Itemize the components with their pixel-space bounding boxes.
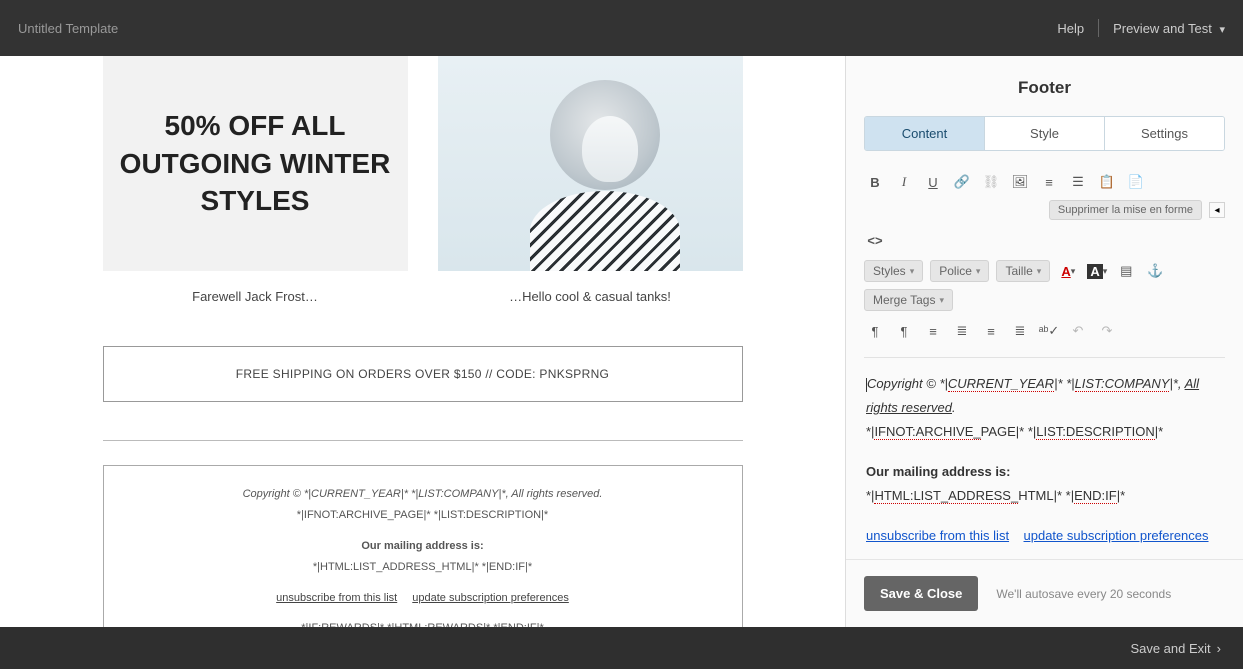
- tab-content[interactable]: Content: [865, 117, 984, 150]
- code-view-icon[interactable]: <>: [864, 229, 886, 251]
- rich-text-editor[interactable]: Copyright © *|CURRENT_YEAR|* *|LIST:COMP…: [864, 357, 1225, 559]
- text-color-icon[interactable]: A▾: [1057, 260, 1079, 282]
- styles-dropdown[interactable]: Styles▾: [864, 260, 923, 282]
- footer-links: unsubscribe from this list update subscr…: [134, 588, 712, 609]
- unlink-icon[interactable]: ⛓: [980, 171, 1002, 193]
- shipping-text: FREE SHIPPING ON ORDERS OVER $150 // COD…: [236, 367, 609, 381]
- unordered-list-icon[interactable]: ☰: [1067, 171, 1089, 193]
- redo-icon[interactable]: ↷: [1096, 320, 1118, 342]
- captions-row: Farewell Jack Frost… …Hello cool & casua…: [103, 289, 743, 304]
- divider: [103, 440, 743, 441]
- editor-update-prefs-link[interactable]: update subscription preferences: [1024, 528, 1209, 543]
- model-image: [490, 56, 690, 271]
- tab-style[interactable]: Style: [984, 117, 1104, 150]
- autosave-note: We'll autosave every 20 seconds: [996, 587, 1171, 601]
- pilcrow-right-icon[interactable]: ¶: [893, 320, 915, 342]
- panel-tabs: Content Style Settings: [864, 116, 1225, 151]
- email-canvas-wrap: 50% OFF ALL OUTGOING WINTER STYLES Farew…: [0, 56, 845, 627]
- copy-icon[interactable]: 📋: [1096, 171, 1118, 193]
- promo-text: 50% OFF ALL OUTGOING WINTER STYLES: [103, 107, 408, 220]
- underline-icon[interactable]: U: [922, 171, 944, 193]
- bg-color-icon[interactable]: A▾: [1086, 260, 1108, 282]
- preview-and-test-label: Preview and Test: [1113, 21, 1212, 36]
- align-justify-icon[interactable]: ≣: [1009, 320, 1031, 342]
- pilcrow-left-icon[interactable]: ¶: [864, 320, 886, 342]
- template-title: Untitled Template: [18, 21, 118, 36]
- shipping-block[interactable]: FREE SHIPPING ON ORDERS OVER $150 // COD…: [103, 346, 743, 402]
- chevron-down-icon: ▾: [1219, 24, 1225, 36]
- align-center-icon[interactable]: ≣: [951, 320, 973, 342]
- clear-formatting-button[interactable]: Supprimer la mise en forme: [1049, 200, 1202, 220]
- font-dropdown[interactable]: Police▾: [930, 260, 989, 282]
- align-right-icon[interactable]: ≡: [980, 320, 1002, 342]
- caption-right[interactable]: …Hello cool & casual tanks!: [438, 289, 743, 304]
- footer-copyright: Copyright © *|CURRENT_YEAR|* *|LIST:COMP…: [243, 488, 603, 500]
- image-icon[interactable]: 🖼: [1009, 171, 1031, 193]
- editor-toolbar: B I U 🔗 ⛓ 🖼 ≡ ☰ 📋 📄 Supprimer la mise en…: [864, 171, 1225, 351]
- update-preferences-link[interactable]: update subscription preferences: [412, 592, 569, 604]
- align-left-icon[interactable]: ≡: [922, 320, 944, 342]
- footer-archive-line: *|IFNOT:ARCHIVE_PAGE|* *|LIST:DESCRIPTIO…: [134, 505, 712, 526]
- vertical-separator: [1098, 19, 1099, 37]
- size-dropdown[interactable]: Taille▾: [996, 260, 1050, 282]
- editor-sidebar: Footer Content Style Settings B I U 🔗 ⛓ …: [845, 56, 1243, 627]
- panel-title: Footer: [846, 56, 1243, 116]
- footer-mailing-heading: Our mailing address is:: [134, 536, 712, 557]
- email-canvas: 50% OFF ALL OUTGOING WINTER STYLES Farew…: [43, 56, 803, 627]
- paste-icon[interactable]: 📄: [1125, 171, 1147, 193]
- editor-line-links: unsubscribe from this list update subscr…: [866, 524, 1223, 548]
- italic-icon[interactable]: I: [893, 171, 915, 193]
- bottom-bar: Save and Exit ›: [0, 627, 1243, 669]
- caption-left[interactable]: Farewell Jack Frost…: [103, 289, 408, 304]
- toggle-button[interactable]: ◂: [1209, 202, 1225, 218]
- main-area: 50% OFF ALL OUTGOING WINTER STYLES Farew…: [0, 56, 1243, 627]
- email-canvas-scroll[interactable]: 50% OFF ALL OUTGOING WINTER STYLES Farew…: [0, 56, 845, 627]
- editor-line-copyright: Copyright © *|CURRENT_YEAR|* *|LIST:COMP…: [866, 372, 1223, 444]
- top-bar-right: Help Preview and Test ▾: [1057, 19, 1225, 37]
- editor-line-mailing: Our mailing address is: *|HTML:LIST_ADDR…: [866, 460, 1223, 508]
- block-icon[interactable]: ▤: [1115, 260, 1137, 282]
- footer-rewards-line: *|IF:REWARDS|* *|HTML:REWARDS|* *|END:IF…: [134, 618, 712, 627]
- help-link[interactable]: Help: [1057, 21, 1084, 36]
- merge-tags-dropdown[interactable]: Merge Tags▾: [864, 289, 953, 311]
- link-icon[interactable]: 🔗: [951, 171, 973, 193]
- anchor-icon[interactable]: ⚓: [1144, 260, 1166, 282]
- save-and-close-button[interactable]: Save & Close: [864, 576, 978, 611]
- preview-and-test-menu[interactable]: Preview and Test ▾: [1113, 21, 1225, 36]
- chevron-right-icon: ›: [1217, 641, 1221, 656]
- top-bar: Untitled Template Help Preview and Test …: [0, 0, 1243, 56]
- save-and-exit-label: Save and Exit: [1130, 641, 1210, 656]
- promo-row: 50% OFF ALL OUTGOING WINTER STYLES: [103, 56, 743, 271]
- footer-mailing-address: *|HTML:LIST_ADDRESS_HTML|* *|END:IF|*: [134, 557, 712, 578]
- bold-icon[interactable]: B: [864, 171, 886, 193]
- spellcheck-icon[interactable]: ᵃᵇ✓: [1038, 320, 1060, 342]
- undo-icon[interactable]: ↶: [1067, 320, 1089, 342]
- ordered-list-icon[interactable]: ≡: [1038, 171, 1060, 193]
- footer-block[interactable]: Copyright © *|CURRENT_YEAR|* *|LIST:COMP…: [103, 465, 743, 627]
- editor-unsubscribe-link[interactable]: unsubscribe from this list: [866, 528, 1009, 543]
- save-and-exit-button[interactable]: Save and Exit ›: [1130, 641, 1221, 656]
- promo-image-block[interactable]: [438, 56, 743, 271]
- unsubscribe-link[interactable]: unsubscribe from this list: [276, 592, 397, 604]
- tab-settings[interactable]: Settings: [1104, 117, 1224, 150]
- promo-text-block[interactable]: 50% OFF ALL OUTGOING WINTER STYLES: [103, 56, 408, 271]
- save-row: Save & Close We'll autosave every 20 sec…: [846, 559, 1243, 627]
